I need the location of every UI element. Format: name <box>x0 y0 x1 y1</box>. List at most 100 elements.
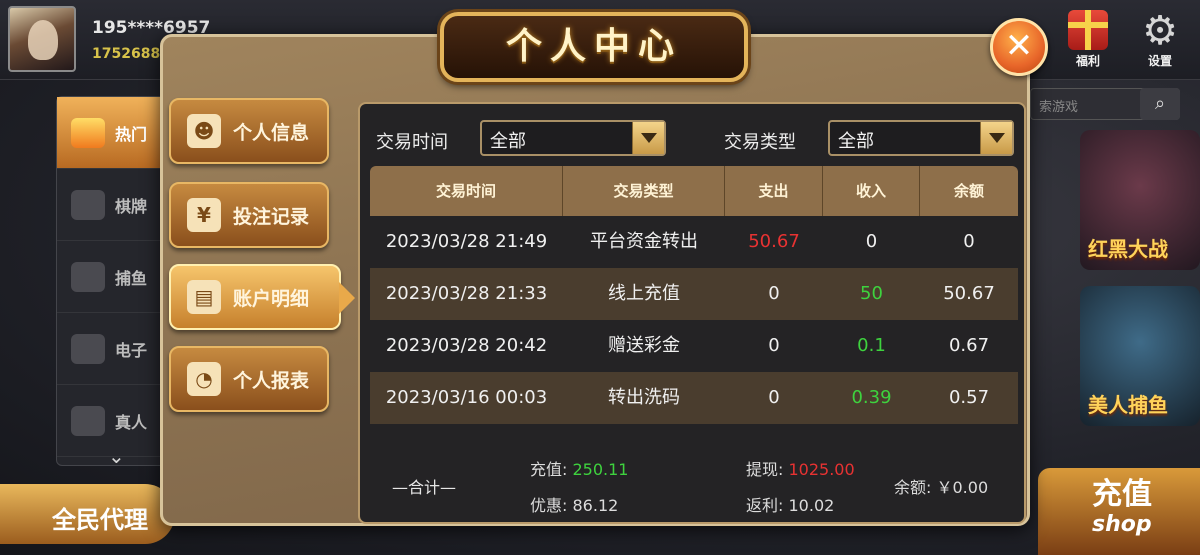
menu-label: 热门 <box>115 124 148 144</box>
summary-recharge: 充值: 250.11 <box>530 456 628 480</box>
table-header: 交易时间 交易类型 支出 收入 余额 <box>370 166 1018 216</box>
time-filter-value: 全部 <box>490 131 526 152</box>
search-icon: ⌕ <box>1154 93 1166 114</box>
time-filter-label: 交易时间 <box>376 132 448 153</box>
cell-income: 50 <box>860 283 883 304</box>
cell-income: 0.1 <box>857 335 886 356</box>
user-id: 17526884 <box>92 46 170 62</box>
game-card[interactable]: 美人捕鱼 <box>1080 286 1200 426</box>
tab-label: 个人报表 <box>233 369 310 392</box>
tab-account-detail[interactable]: ▤ 账户明细 <box>169 264 355 330</box>
column-header: 收入 <box>823 166 920 216</box>
tab-personal-info[interactable]: ☻ 个人信息 <box>169 98 329 164</box>
cell-income: 0 <box>865 231 878 252</box>
modal-title-plaque: 个人中心 <box>440 12 748 82</box>
menu-label: 真人 <box>115 412 148 432</box>
column-header: 余额 <box>953 182 984 200</box>
close-icon: ✕ <box>1004 26 1034 66</box>
game-card[interactable]: 红黑大战 <box>1080 130 1200 270</box>
game-title: 美人捕鱼 <box>1088 393 1168 417</box>
menu-label: 电子 <box>115 340 148 360</box>
welfare-label: 福利 <box>1075 54 1100 68</box>
type-filter-value: 全部 <box>838 131 874 152</box>
chevron-down-icon[interactable]: ⌄ <box>108 444 125 468</box>
tab-bet-record[interactable]: ¥ 投注记录 <box>169 182 329 248</box>
summary-discount-label: 优惠: <box>530 496 568 515</box>
cell-type: 转出洗码 <box>608 387 680 408</box>
dealer-icon <box>71 405 105 436</box>
tab-label: 投注记录 <box>233 205 310 228</box>
left-game-menu: 热门 棋牌 捕鱼 电子 真人 <box>56 96 166 466</box>
summary-rebate-label: 返利: <box>746 496 784 515</box>
summary-recharge-value: 250.11 <box>572 460 629 479</box>
summary-recharge-label: 充值: <box>530 460 568 479</box>
summary-withdraw-value: 1025.00 <box>788 460 855 479</box>
cell-time: 2023/03/28 21:33 <box>385 283 548 304</box>
gear-icon: ⚙ <box>1142 8 1178 54</box>
gift-icon <box>1068 10 1108 50</box>
shop-label: shop <box>1092 512 1152 537</box>
time-filter-select[interactable]: 全部 <box>480 120 666 156</box>
cell-income: 0.39 <box>851 387 892 408</box>
summary-title: —合计— <box>392 478 457 497</box>
summary-balance-label: 余额: <box>894 478 932 497</box>
bet-record-icon: ¥ <box>187 198 221 232</box>
menu-label: 捕鱼 <box>115 268 148 288</box>
summary-balance-value: ￥0.00 <box>936 478 989 497</box>
tab-label: 账户明细 <box>233 287 310 310</box>
cell-expense: 50.67 <box>748 231 800 252</box>
account-detail-icon: ▤ <box>187 280 221 314</box>
cell-balance: 0.67 <box>948 335 990 356</box>
fish-icon <box>71 261 105 292</box>
agent-button[interactable]: 全民代理 <box>0 484 175 544</box>
summary-section: —合计— 充值: 250.11 优惠: 86.12 提现: 1025.00 返利… <box>360 450 1024 520</box>
pie-chart-icon: ◔ <box>187 362 221 396</box>
table-row: 2023/03/28 20:42 赠送彩金 0 0.1 0.67 <box>370 320 1018 372</box>
summary-rebate: 返利: 10.02 <box>746 492 834 516</box>
menu-item-cards[interactable]: 棋牌 <box>57 169 165 241</box>
cards-icon <box>71 189 105 220</box>
type-filter-label: 交易类型 <box>724 132 796 153</box>
right-game-list: 红黑大战 美人捕鱼 <box>1080 130 1200 450</box>
settings-label: 设置 <box>1147 54 1172 68</box>
summary-discount-value: 86.12 <box>572 496 619 515</box>
slot-machine-icon <box>71 333 105 364</box>
cell-balance: 0 <box>963 231 975 252</box>
settings-button[interactable]: ⚙ 设置 <box>1134 10 1186 69</box>
menu-item-fishing[interactable]: 捕鱼 <box>57 241 165 313</box>
game-title: 红黑大战 <box>1088 237 1168 261</box>
table-row: 2023/03/28 21:33 线上充值 0 50 50.67 <box>370 268 1018 320</box>
menu-item-hot[interactable]: 热门 <box>57 97 165 169</box>
summary-withdraw-label: 提现: <box>746 460 784 479</box>
column-header: 交易时间 <box>370 166 563 216</box>
tab-personal-report[interactable]: ◔ 个人报表 <box>169 346 329 412</box>
recharge-label: 充值 <box>1092 477 1152 512</box>
menu-item-slots[interactable]: 电子 <box>57 313 165 385</box>
cell-balance: 50.67 <box>943 283 995 304</box>
column-header: 交易类型 <box>563 166 725 216</box>
avatar[interactable] <box>8 6 76 72</box>
column-header: 支出 <box>725 166 823 216</box>
cell-type: 平台资金转出 <box>590 231 698 252</box>
welfare-button[interactable]: 福利 <box>1062 10 1114 69</box>
type-filter-select[interactable]: 全部 <box>828 120 1014 156</box>
summary-rebate-value: 10.02 <box>788 496 835 515</box>
user-icon: ☻ <box>187 114 221 148</box>
chevron-down-icon <box>632 122 664 154</box>
cell-expense: 0 <box>768 283 780 304</box>
close-button[interactable]: ✕ <box>990 18 1048 76</box>
cell-balance: 0.57 <box>948 387 990 408</box>
cell-time: 2023/03/28 20:42 <box>385 335 548 356</box>
top-right-icons: 福利 ⚙ 设置 <box>1062 10 1186 69</box>
cell-expense: 0 <box>768 335 780 356</box>
hot-icon <box>71 117 105 148</box>
summary-withdraw: 提现: 1025.00 <box>746 456 855 480</box>
cell-time: 2023/03/28 21:49 <box>385 231 548 252</box>
search-button[interactable]: ⌕ <box>1140 88 1180 120</box>
account-detail-panel: 交易时间 全部 交易类型 全部 交易时间 交易类型 支出 收入 余额 2023/… <box>358 102 1026 524</box>
cell-time: 2023/03/16 00:03 <box>385 387 548 408</box>
transaction-table: 交易时间 交易类型 支出 收入 余额 2023/03/28 21:49 平台资金… <box>370 166 1018 424</box>
menu-label: 棋牌 <box>115 196 148 216</box>
cell-type: 赠送彩金 <box>608 335 680 356</box>
recharge-shop-button[interactable]: 充值 shop <box>1038 468 1200 555</box>
